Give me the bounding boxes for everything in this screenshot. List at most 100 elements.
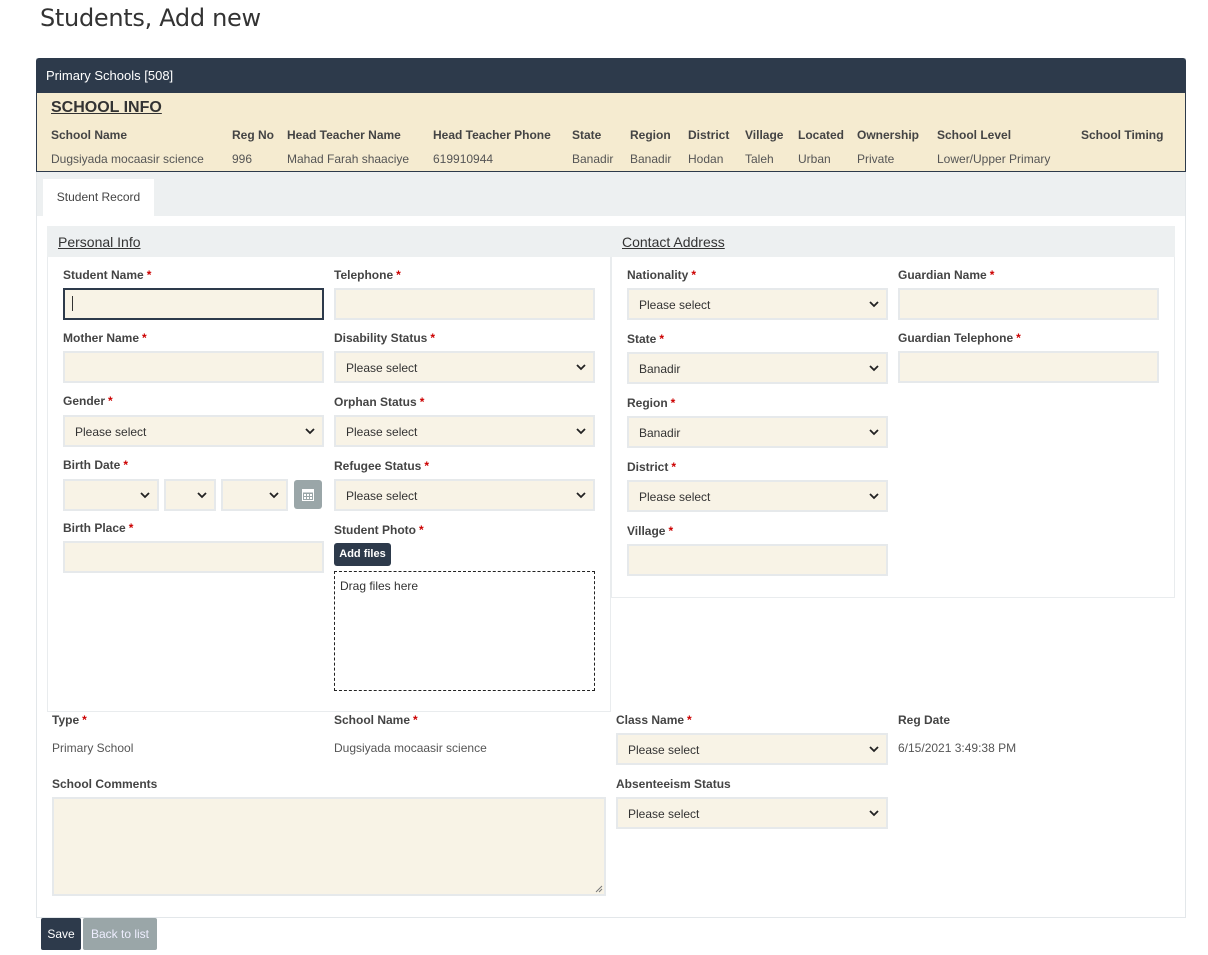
chevron-down-icon [305,428,315,435]
chevron-down-icon [576,492,586,499]
disability-status-select[interactable]: Please select [334,351,595,383]
student-name-label: Student Name * [63,268,152,282]
school-info-header-located: Located [798,128,845,142]
district-label: District * [627,460,677,474]
type-value: Primary School [52,741,134,755]
refugee-status-select[interactable]: Please select [334,479,595,511]
panel-header: Primary Schools [508] [36,58,1186,93]
absenteeism-status-select[interactable]: Please select [616,797,888,829]
school-info-header-reg-no: Reg No [232,128,274,142]
school-info-value-head-teacher-phone: 619910944 [433,152,494,166]
state-selected: Banadir [639,362,681,376]
birth-place-input[interactable] [63,541,324,573]
gender-select[interactable]: Please select [63,415,324,447]
chevron-down-icon [197,492,207,499]
school-info-title: SCHOOL INFO [51,99,162,116]
birth-date-year-select[interactable] [221,479,288,511]
back-to-list-button[interactable]: Back to list [83,918,157,950]
district-selected: Please select [639,490,711,504]
disability-status-selected: Please select [346,361,418,375]
school-info-header-head-teacher-name: Head Teacher Name [287,128,401,142]
village-input[interactable] [627,544,888,576]
calendar-icon [302,489,314,501]
gender-selected: Please select [75,425,147,439]
nationality-select[interactable]: Please select [627,288,888,320]
chevron-down-icon [269,492,279,499]
region-selected: Banadir [639,426,681,440]
save-button[interactable]: Save [41,918,81,950]
text-caret [72,296,73,311]
school-info-value-school-level: Lower/Upper Primary [937,152,1051,166]
class-name-select[interactable]: Please select [616,733,888,765]
gender-label: Gender * [63,394,113,408]
refugee-status-selected: Please select [346,489,418,503]
district-select[interactable]: Please select [627,480,888,512]
school-info-section: SCHOOL INFO School Name Reg No Head Teac… [36,93,1186,172]
region-label: Region * [627,396,676,410]
class-name-label: Class Name * [616,713,692,727]
school-info-header-district: District [688,128,730,142]
school-info-header-village: Village [745,128,784,142]
page-title: Students, Add new [40,4,261,32]
telephone-label: Telephone * [334,268,401,282]
contact-address-title: Contact Address [622,234,725,250]
school-info-header-ownership: Ownership [857,128,920,142]
birth-date-month-select[interactable] [164,479,216,511]
guardian-telephone-input[interactable] [898,351,1159,383]
personal-info-title: Personal Info [58,234,141,250]
nationality-selected: Please select [639,298,711,312]
absenteeism-status-label: Absenteeism Status [616,777,731,791]
school-comments-label: School Comments [52,777,158,791]
dropzone-text: Drag files here [340,579,419,593]
orphan-status-selected: Please select [346,425,418,439]
state-select[interactable]: Banadir [627,352,888,384]
school-info-header-school-level: School Level [937,128,1012,142]
resize-handle-icon[interactable] [594,884,603,893]
chevron-down-icon [869,746,879,753]
add-files-button[interactable]: Add files [334,543,391,566]
school-name-value: Dugsiyada mocaasir science [334,741,487,755]
state-label: State * [627,332,665,346]
file-dropzone[interactable]: Drag files here [334,571,595,691]
class-name-selected: Please select [628,743,700,757]
tab-student-record[interactable]: Student Record [43,179,154,216]
tab-bar [37,172,1185,216]
birth-date-label: Birth Date * [63,458,129,472]
school-info-value-located: Urban [798,152,831,166]
chevron-down-icon [576,428,586,435]
reg-date-label: Reg Date [898,713,951,727]
school-info-value-reg-no: 996 [232,152,253,166]
school-info-value-ownership: Private [857,152,895,166]
birth-date-day-select[interactable] [63,479,159,511]
chevron-down-icon [869,365,879,372]
chevron-down-icon [869,493,879,500]
school-info-value-school-name: Dugsiyada mocaasir science [51,152,204,166]
calendar-button[interactable] [294,480,322,509]
school-info-value-region: Banadir [630,152,672,166]
telephone-input[interactable] [334,288,595,320]
nationality-label: Nationality * [627,268,697,282]
orphan-status-select[interactable]: Please select [334,415,595,447]
mother-name-input[interactable] [63,351,324,383]
guardian-name-input[interactable] [898,288,1159,320]
student-name-input[interactable] [63,288,324,320]
guardian-telephone-label: Guardian Telephone * [898,331,1021,345]
school-comments-textarea[interactable] [52,797,606,896]
guardian-name-label: Guardian Name * [898,268,995,282]
chevron-down-icon [576,364,586,371]
school-info-header-region: Region [630,128,671,142]
school-info-header-school-timing: School Timing [1081,128,1164,142]
orphan-status-label: Orphan Status * [334,395,425,409]
region-select[interactable]: Banadir [627,416,888,448]
school-info-header-state: State [572,128,602,142]
school-info-header-school-name: School Name [51,128,128,142]
disability-status-label: Disability Status * [334,331,436,345]
school-name-label: School Name * [334,713,418,727]
school-info-header-head-teacher-phone: Head Teacher Phone [433,128,551,142]
chevron-down-icon [869,810,879,817]
reg-date-value: 6/15/2021 3:49:38 PM [898,741,1017,755]
chevron-down-icon [869,429,879,436]
student-photo-label: Student Photo * [334,523,424,537]
birth-place-label: Birth Place * [63,521,134,535]
absenteeism-status-selected: Please select [628,807,700,821]
